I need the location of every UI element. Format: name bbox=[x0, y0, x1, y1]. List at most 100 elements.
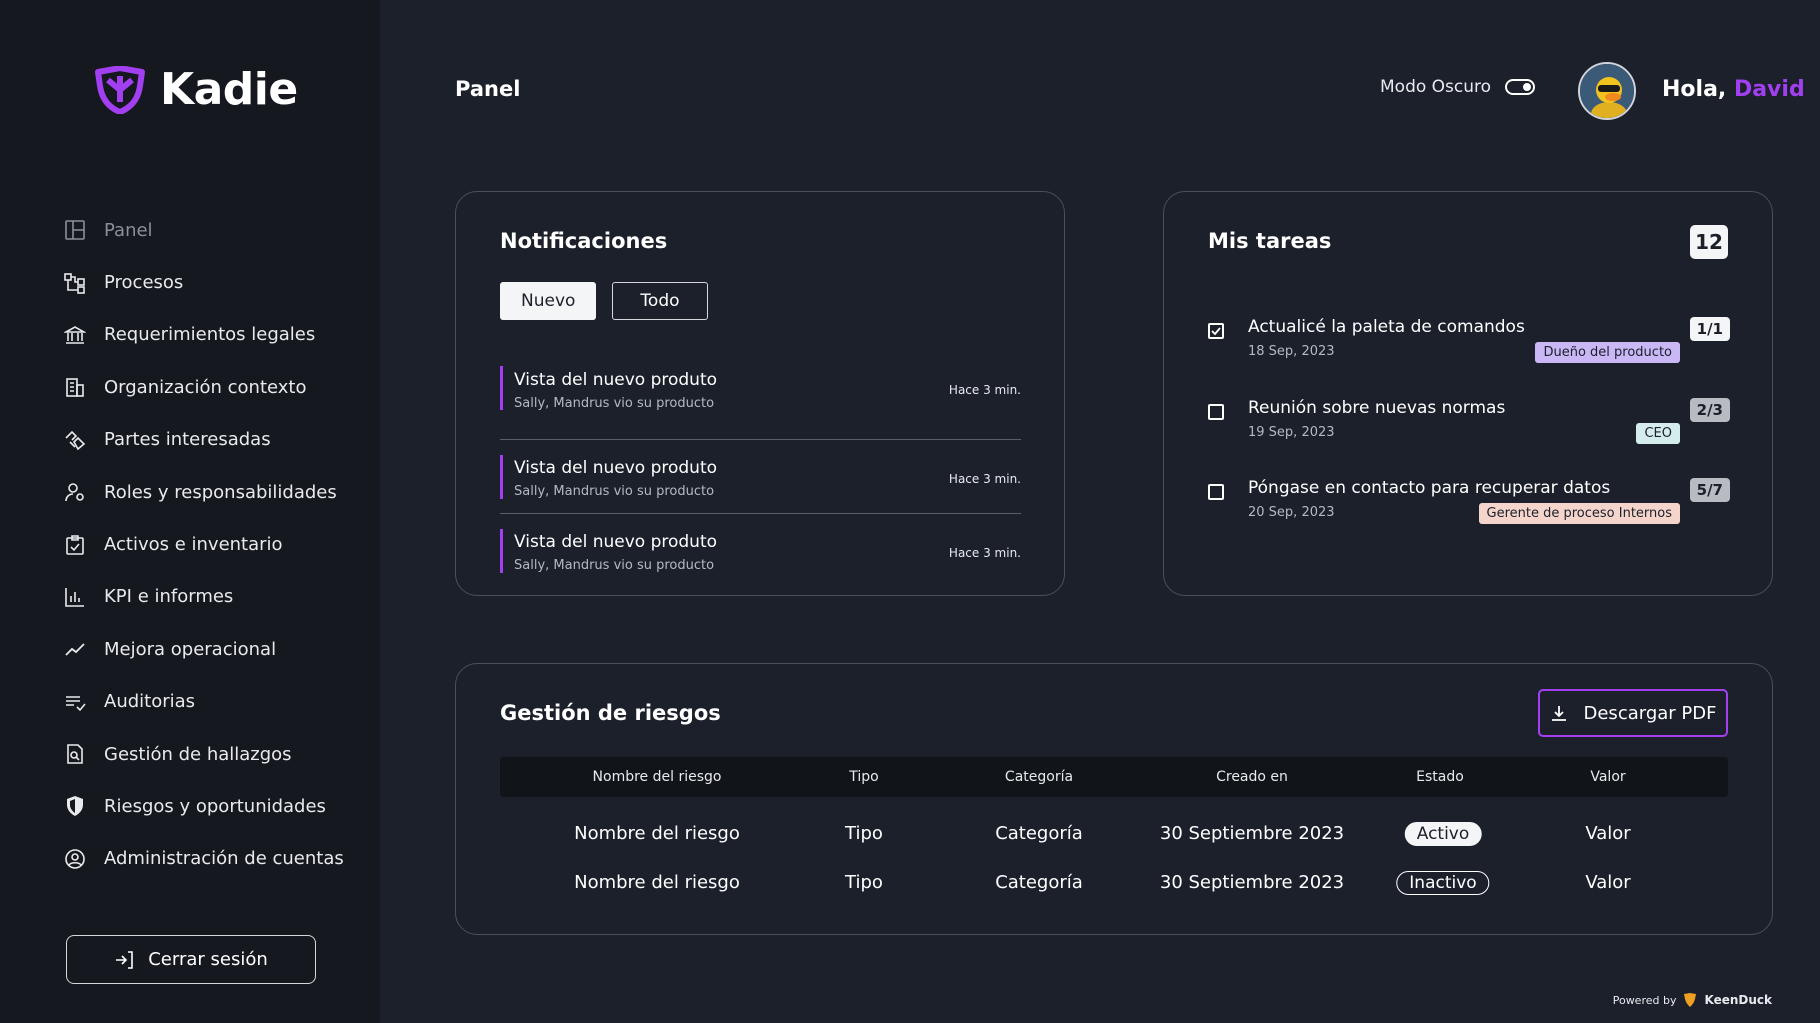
risks-card: Gestión de riesgos Descargar PDF Nombre … bbox=[455, 663, 1773, 935]
app-logo[interactable]: Kadie bbox=[94, 64, 298, 115]
sidebar-item-requerimientos[interactable]: Requerimientos legales bbox=[64, 309, 364, 361]
footer-powered-by: Powered by KeenDuck bbox=[1613, 992, 1772, 1008]
sidebar-item-label: Partes interesadas bbox=[104, 429, 271, 451]
risks-table-header: Nombre del riesgo Tipo Categoría Creado … bbox=[500, 757, 1728, 797]
task-tag: Gerente de proceso Internos bbox=[1478, 503, 1680, 524]
risk-type-cell: Tipo bbox=[845, 823, 883, 844]
task-item: Reunión sobre nuevas normas 19 Sep, 2023… bbox=[1208, 398, 1730, 458]
sidebar-item-kpi[interactable]: KPI e informes bbox=[64, 571, 364, 623]
column-header[interactable]: Tipo bbox=[849, 757, 878, 797]
risk-type-cell: Tipo bbox=[845, 872, 883, 893]
notifications-card: Notificaciones Nuevo Todo Vista del nuev… bbox=[455, 191, 1065, 596]
tab-todo[interactable]: Todo bbox=[612, 282, 708, 320]
table-row[interactable]: Nombre del riesgo Tipo Categoría 30 Sept… bbox=[500, 814, 1728, 854]
sidebar-item-organizacion[interactable]: Organización contexto bbox=[64, 361, 364, 413]
notification-time: Hace 3 min. bbox=[948, 546, 1021, 560]
risk-name-cell: Nombre del riesgo bbox=[574, 823, 740, 844]
checkmark-icon bbox=[1211, 327, 1221, 336]
bar-chart-icon bbox=[64, 586, 86, 608]
sidebar-item-hallazgos[interactable]: Gestión de hallazgos bbox=[64, 728, 364, 780]
notification-subtitle: Sally, Mandrus vio su producto bbox=[514, 558, 715, 573]
dark-mode-toggle[interactable] bbox=[1505, 79, 1536, 95]
column-header[interactable]: Nombre del riesgo bbox=[593, 757, 722, 797]
powered-by-label: Powered by bbox=[1612, 993, 1677, 1007]
logout-label: Cerrar sesión bbox=[148, 949, 268, 970]
user-greeting: Hola, David bbox=[1662, 77, 1805, 102]
sidebar-item-procesos[interactable]: Procesos bbox=[64, 256, 364, 308]
column-header[interactable]: Creado en bbox=[1216, 757, 1288, 797]
task-title: Actualicé la paleta de comandos bbox=[1248, 317, 1525, 337]
task-item: Póngase en contacto para recuperar datos… bbox=[1208, 478, 1730, 538]
task-date: 18 Sep, 2023 bbox=[1248, 344, 1335, 359]
task-tag: Dueño del producto bbox=[1535, 342, 1680, 363]
sidebar-item-label: Requerimientos legales bbox=[104, 324, 316, 346]
sidebar-item-label: Mejora operacional bbox=[104, 638, 277, 660]
user-name[interactable]: David bbox=[1734, 77, 1805, 102]
task-title: Reunión sobre nuevas normas bbox=[1248, 398, 1506, 418]
risk-name-cell: Nombre del riesgo bbox=[574, 872, 740, 893]
task-title: Póngase en contacto para recuperar datos bbox=[1248, 478, 1611, 498]
sidebar-item-label: Organización contexto bbox=[104, 376, 307, 398]
risk-value-cell: Valor bbox=[1585, 823, 1631, 844]
task-checkbox[interactable] bbox=[1208, 323, 1224, 339]
clipboard-check-icon bbox=[64, 534, 86, 556]
task-date: 20 Sep, 2023 bbox=[1248, 505, 1335, 520]
sidebar-item-label: Panel bbox=[104, 219, 153, 241]
task-progress: 1/1 bbox=[1689, 317, 1730, 341]
building-icon bbox=[64, 376, 86, 398]
bank-icon bbox=[64, 324, 86, 346]
task-checkbox[interactable] bbox=[1208, 404, 1224, 420]
notification-accent-bar bbox=[500, 529, 503, 573]
notification-item[interactable]: Vista del nuevo produto Sally, Mandrus v… bbox=[500, 440, 1021, 514]
download-pdf-button[interactable]: Descargar PDF bbox=[1538, 689, 1728, 737]
sidebar-item-label: Procesos bbox=[104, 272, 184, 294]
notification-item[interactable]: Vista del nuevo produto Sally, Mandrus v… bbox=[500, 366, 1021, 440]
tasks-count-badge: 12 bbox=[1690, 225, 1728, 259]
list-check-icon bbox=[64, 691, 86, 713]
sidebar-item-label: Roles y responsabilidades bbox=[104, 481, 337, 503]
avatar[interactable] bbox=[1578, 62, 1636, 120]
status-badge: Activo bbox=[1404, 822, 1482, 846]
column-header[interactable]: Valor bbox=[1590, 757, 1625, 797]
column-header[interactable]: Estado bbox=[1416, 757, 1464, 797]
task-progress: 2/3 bbox=[1689, 398, 1730, 422]
risk-category-cell: Categoría bbox=[995, 872, 1083, 893]
dark-mode-label: Modo Oscuro bbox=[1380, 77, 1492, 97]
sidebar-item-riesgos[interactable]: Riesgos y oportunidades bbox=[64, 780, 364, 832]
sidebar: Kadie Panel Procesos Requerimientos lega… bbox=[0, 0, 380, 1023]
risk-created-cell: 30 Septiembre 2023 bbox=[1159, 872, 1345, 893]
sidebar-item-auditorias[interactable]: Auditorias bbox=[64, 676, 364, 728]
sidebar-item-panel[interactable]: Panel bbox=[64, 204, 364, 256]
download-icon bbox=[1551, 706, 1566, 721]
sidebar-item-label: Auditorias bbox=[104, 691, 196, 713]
risk-created-cell: 30 Septiembre 2023 bbox=[1159, 823, 1345, 844]
tasks-card: Mis tareas 12 Actualicé la paleta de com… bbox=[1163, 191, 1773, 596]
logout-button[interactable]: Cerrar sesión bbox=[66, 935, 316, 984]
file-search-icon bbox=[64, 743, 86, 765]
sidebar-item-mejora[interactable]: Mejora operacional bbox=[64, 623, 364, 675]
table-row[interactable]: Nombre del riesgo Tipo Categoría 30 Sept… bbox=[500, 863, 1728, 903]
page-title: Panel bbox=[455, 77, 521, 101]
column-header[interactable]: Categoría bbox=[1005, 757, 1073, 797]
risk-category-cell: Categoría bbox=[995, 823, 1083, 844]
shield-icon bbox=[64, 795, 86, 817]
sidebar-item-roles[interactable]: Roles y responsabilidades bbox=[64, 466, 364, 518]
task-checkbox[interactable] bbox=[1208, 484, 1224, 500]
notification-title: Vista del nuevo produto bbox=[514, 532, 718, 552]
sidebar-item-activos[interactable]: Activos e inventario bbox=[64, 518, 364, 570]
risk-value-cell: Valor bbox=[1585, 872, 1631, 893]
notification-item[interactable]: Vista del nuevo produto Sally, Mandrus v… bbox=[500, 514, 1021, 588]
notification-subtitle: Sally, Mandrus vio su producto bbox=[514, 396, 715, 411]
footer-brand[interactable]: KeenDuck bbox=[1704, 993, 1772, 1007]
logout-icon bbox=[116, 950, 134, 969]
tab-nuevo[interactable]: Nuevo bbox=[500, 282, 597, 320]
dark-mode-control: Modo Oscuro bbox=[1380, 77, 1536, 97]
notification-title: Vista del nuevo produto bbox=[514, 370, 718, 390]
keenduck-logo-icon bbox=[1684, 993, 1697, 1007]
task-item: Actualicé la paleta de comandos 18 Sep, … bbox=[1208, 317, 1730, 377]
sidebar-item-partes[interactable]: Partes interesadas bbox=[64, 414, 364, 466]
sidebar-item-cuentas[interactable]: Administración de cuentas bbox=[64, 833, 364, 885]
download-pdf-label: Descargar PDF bbox=[1583, 702, 1717, 724]
greeting-prefix: Hola, bbox=[1662, 77, 1727, 102]
layout-icon bbox=[64, 219, 86, 241]
